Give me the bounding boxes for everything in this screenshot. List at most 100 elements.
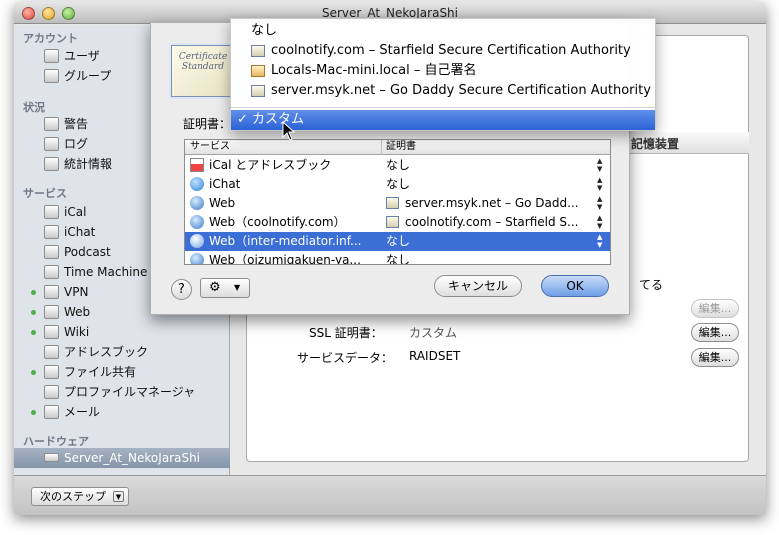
table-row[interactable]: Web server.msyk.net – Go Dadd... ▲ ▼ [185,194,610,213]
edit-button-disabled: 編集... [691,299,739,318]
certificate-icon: Certificate Standard [169,43,237,99]
stepper-icon[interactable]: ▲ ▼ [597,157,602,173]
log-icon [44,137,59,151]
sidebar-section-accounts: アカウント [23,32,78,45]
edit-ssl-button[interactable]: 編集... [691,323,739,342]
ssl-certificate-value: カスタム [409,326,458,340]
sidebar-item-label: メール [64,405,101,419]
service-cell: iCal とアドレスブック [209,158,332,172]
edit-service-data-button[interactable]: 編集... [691,348,739,367]
ichat-icon [44,225,59,239]
sidebar-item-label: ファイル共有 [64,365,137,379]
service-column-header[interactable]: サービス [190,140,230,154]
checkbox-text-tail: てる [639,278,664,292]
running-indicator-icon [31,410,36,415]
stepper-icon[interactable]: ▲ ▼ [597,233,602,249]
sidebar-item-mail[interactable]: メール [14,402,230,422]
sidebar-item-label: プロファイルマネージャ [64,385,196,399]
sidebar-item-label: 統計情報 [64,157,113,171]
certificate-small-icon [386,216,399,228]
sidebar-item-label: ログ [64,137,89,151]
mail-icon [44,405,59,419]
certificate-small-icon [251,85,265,97]
certificate-label: 証明書： [183,117,232,131]
sidebar-item-label: アドレスブック [64,345,149,359]
next-step-button[interactable]: 次のステップ ▼ [31,487,129,506]
user-icon [44,49,59,63]
stats-icon [44,157,59,171]
globe-icon [190,253,204,264]
certificate-cell: なし [386,177,411,191]
table-row[interactable]: Web（coolnotify.com） coolnotify.com – Sta… [185,213,610,232]
sidebar-section-services: サービス [23,187,67,200]
sidebar-item-label: Web [64,305,91,319]
server-icon [44,453,59,462]
file-sharing-icon [44,365,59,379]
stepper-icon[interactable]: ▲ ▼ [597,176,602,192]
mouse-cursor-icon [282,121,296,141]
service-certificate-table[interactable]: サービス 証明書 iCal とアドレスブック なし ▲ ▼ iChat なし ▲ ▼… [184,139,611,265]
table-row[interactable]: iCal とアドレスブック なし ▲ ▼ [185,156,610,175]
certificate-popup-menu[interactable]: なし coolnotify.com – Starfield Secure Cer… [230,18,656,131]
sidebar-item-file-sharing[interactable]: ファイル共有 [14,362,230,382]
menu-item-label: server.msyk.net – Go Daddy Secure Certif… [271,83,651,98]
sidebar-item-wiki[interactable]: Wiki [14,322,230,342]
running-indicator-icon [31,290,36,295]
sidebar-item-label: Server_At_NekoJaraShi [64,451,201,465]
menu-item-locals-mac-mini[interactable]: Locals-Mac-mini.local – 自己署名 [231,61,655,81]
disclosure-arrow-icon: ▼ [113,491,124,502]
column-divider [381,140,382,155]
profile-manager-icon [44,385,59,399]
menu-item-label: coolnotify.com – Starfield Secure Certif… [271,43,631,58]
address-book-icon [44,345,59,359]
sidebar-section-hardware: ハードウェア [23,435,89,448]
sidebar-item-label: iChat [64,225,96,239]
action-menu-button[interactable]: ⚙ ▼ [200,278,250,298]
podcast-icon [44,245,59,259]
service-cell: Web（coolnotify.com） [209,215,346,229]
web-icon [44,305,59,319]
ical-icon [44,205,59,219]
certificate-icon-text: Certificate Standard [178,52,228,72]
sidebar-item-server[interactable]: Server_At_NekoJaraShi [14,448,230,468]
ssl-certificate-label: SSL 証明書： [309,326,383,340]
sidebar-item-label: Wiki [64,325,90,339]
table-row[interactable]: Web（oizumigakuen-ya... なし [185,251,610,265]
sidebar-item-label: 警告 [64,117,89,131]
certificate-column-header[interactable]: 証明書 [386,140,416,154]
sidebar-section-status: 状況 [23,101,45,114]
menu-item-coolnotify[interactable]: coolnotify.com – Starfield Secure Certif… [231,41,655,61]
next-step-label: 次のステップ [40,490,106,503]
menu-item-label: Locals-Mac-mini.local – 自己署名 [271,63,477,78]
certificate-small-icon [251,65,265,77]
stepper-icon[interactable]: ▲ ▼ [597,195,602,211]
sidebar-item-label: Time Machine [64,265,148,279]
globe-icon [190,234,204,248]
storage-header: 記憶装置 [631,137,680,151]
service-data-value: RAIDSET [409,349,461,363]
sidebar-item-profile-manager[interactable]: プロファイルマネージャ [14,382,230,402]
service-cell: Web（oizumigakuen-ya... [209,253,361,265]
vpn-icon [44,285,59,299]
menu-item-server-msyk[interactable]: server.msyk.net – Go Daddy Secure Certif… [231,81,655,101]
certificate-cell: なし [386,253,411,265]
menu-item-none[interactable]: なし [231,21,655,41]
running-indicator-icon [31,370,36,375]
stepper-icon[interactable]: ▲ ▼ [597,214,602,230]
cancel-button[interactable]: キャンセル [434,275,522,297]
wiki-icon [44,325,59,339]
menu-item-label: なし [251,23,278,38]
ok-button[interactable]: OK [541,275,609,297]
table-row[interactable]: iChat なし ▲ ▼ [185,175,610,194]
help-button[interactable]: ? [171,279,192,300]
sidebar-item-address-book[interactable]: アドレスブック [14,342,230,362]
globe-icon [190,196,204,210]
service-cell: Web [209,196,236,210]
table-row-selected[interactable]: Web（inter-mediator.inf... なし ▲ ▼ [185,232,610,251]
certificate-cell: coolnotify.com – Starfield S... [405,215,579,229]
certificate-small-icon [386,197,399,209]
sidebar-item-label: グループ [64,69,112,83]
certificate-cell: なし [386,158,411,172]
sidebar-item-label: Podcast [64,245,111,259]
globe-icon [190,215,204,229]
